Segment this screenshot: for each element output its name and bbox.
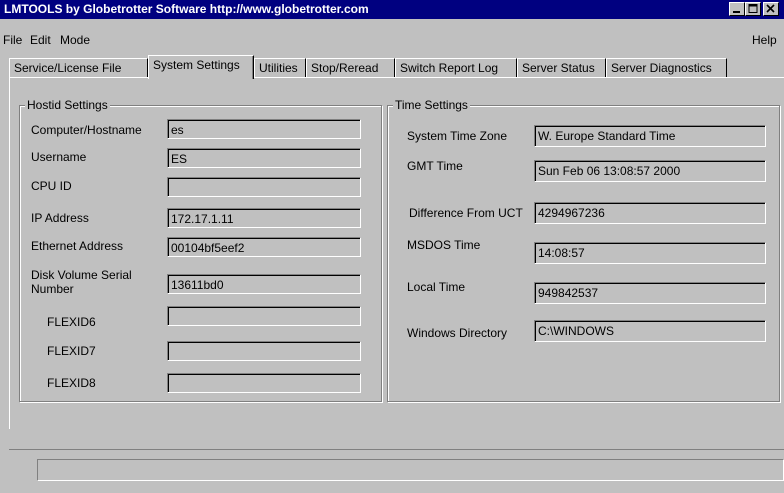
panel-bottom-divider xyxy=(9,449,784,450)
tab-switch-report-log[interactable]: Switch Report Log xyxy=(395,58,517,77)
tab-label: Switch Report Log xyxy=(400,61,499,75)
tab-label: System Settings xyxy=(153,58,240,72)
close-icon xyxy=(766,4,775,13)
title-bar[interactable]: LMTOOLS by Globetrotter Software http://… xyxy=(0,0,784,19)
tab-label: Server Diagnostics xyxy=(611,61,712,75)
username-label: Username xyxy=(31,150,87,164)
difference-from-uct-field[interactable]: 4294967236 xyxy=(534,202,766,224)
cpu-id-field[interactable] xyxy=(167,177,361,197)
cpu-id-label: CPU ID xyxy=(31,179,72,193)
minimize-button[interactable] xyxy=(729,2,745,16)
tab-label: Server Status xyxy=(522,61,595,75)
system-time-zone-label: System Time Zone xyxy=(407,129,508,143)
ip-address-label: IP Address xyxy=(31,211,89,225)
window-title: LMTOOLS by Globetrotter Software http://… xyxy=(4,2,369,16)
flexid8-field[interactable] xyxy=(167,373,361,393)
flexid8-label: FLEXID8 xyxy=(47,376,96,390)
tab-label: Service/License File xyxy=(14,61,122,75)
username-field[interactable]: ES xyxy=(167,148,361,168)
time-settings-title: Time Settings xyxy=(393,98,470,112)
windows-directory-field[interactable]: C:\WINDOWS xyxy=(534,320,766,342)
disk-volume-serial-label-line1: Disk Volume Serial xyxy=(31,268,132,282)
tab-server-status[interactable]: Server Status xyxy=(517,58,606,77)
tab-label: Utilities xyxy=(259,61,298,75)
ip-address-field[interactable]: 172.17.1.11 xyxy=(167,208,361,228)
maximize-button[interactable] xyxy=(745,2,761,16)
gmt-time-label: GMT Time xyxy=(407,159,463,173)
hostid-settings-title: Hostid Settings xyxy=(25,98,110,112)
tab-label: Stop/Reread xyxy=(311,61,379,75)
tab-stop-reread[interactable]: Stop/Reread xyxy=(306,58,395,77)
tab-system-settings[interactable]: System Settings xyxy=(148,55,254,79)
status-bar xyxy=(37,459,784,481)
local-time-field[interactable]: 949842537 xyxy=(534,282,766,304)
flexid6-field[interactable] xyxy=(167,306,361,326)
tab-utilities[interactable]: Utilities xyxy=(254,58,306,77)
close-button[interactable] xyxy=(763,2,779,16)
menu-help[interactable]: Help xyxy=(752,33,777,47)
system-time-zone-field[interactable]: W. Europe Standard Time xyxy=(534,125,766,147)
gmt-time-field[interactable]: Sun Feb 06 13:08:57 2000 xyxy=(534,160,766,182)
msdos-time-field[interactable]: 14:08:57 xyxy=(534,242,766,264)
minimize-icon xyxy=(733,11,740,13)
ethernet-address-label: Ethernet Address xyxy=(31,239,124,253)
tab-service-license-file[interactable]: Service/License File xyxy=(9,58,148,77)
msdos-time-label: MSDOS Time xyxy=(407,238,481,252)
computer-hostname-field[interactable]: es xyxy=(167,119,361,139)
menu-file[interactable]: File xyxy=(3,33,22,47)
menu-edit[interactable]: Edit xyxy=(30,33,51,47)
maximize-icon xyxy=(748,4,758,13)
flexid6-label: FLEXID6 xyxy=(47,315,96,329)
difference-from-uct-label: Difference From UCT xyxy=(409,206,523,220)
tab-panel-system-settings: Hostid Settings Computer/Hostname es Use… xyxy=(9,77,784,429)
disk-volume-serial-field[interactable]: 13611bd0 xyxy=(167,274,361,294)
disk-volume-serial-label-line2: Number xyxy=(31,282,74,296)
tab-server-diagnostics[interactable]: Server Diagnostics xyxy=(606,58,727,77)
windows-directory-label: Windows Directory xyxy=(407,326,508,340)
menu-mode[interactable]: Mode xyxy=(60,33,90,47)
flexid7-label: FLEXID7 xyxy=(47,344,96,358)
ethernet-address-field[interactable]: 00104bf5eef2 xyxy=(167,237,361,257)
local-time-label: Local Time xyxy=(407,280,466,294)
computer-hostname-label: Computer/Hostname xyxy=(31,123,142,137)
flexid7-field[interactable] xyxy=(167,341,361,361)
